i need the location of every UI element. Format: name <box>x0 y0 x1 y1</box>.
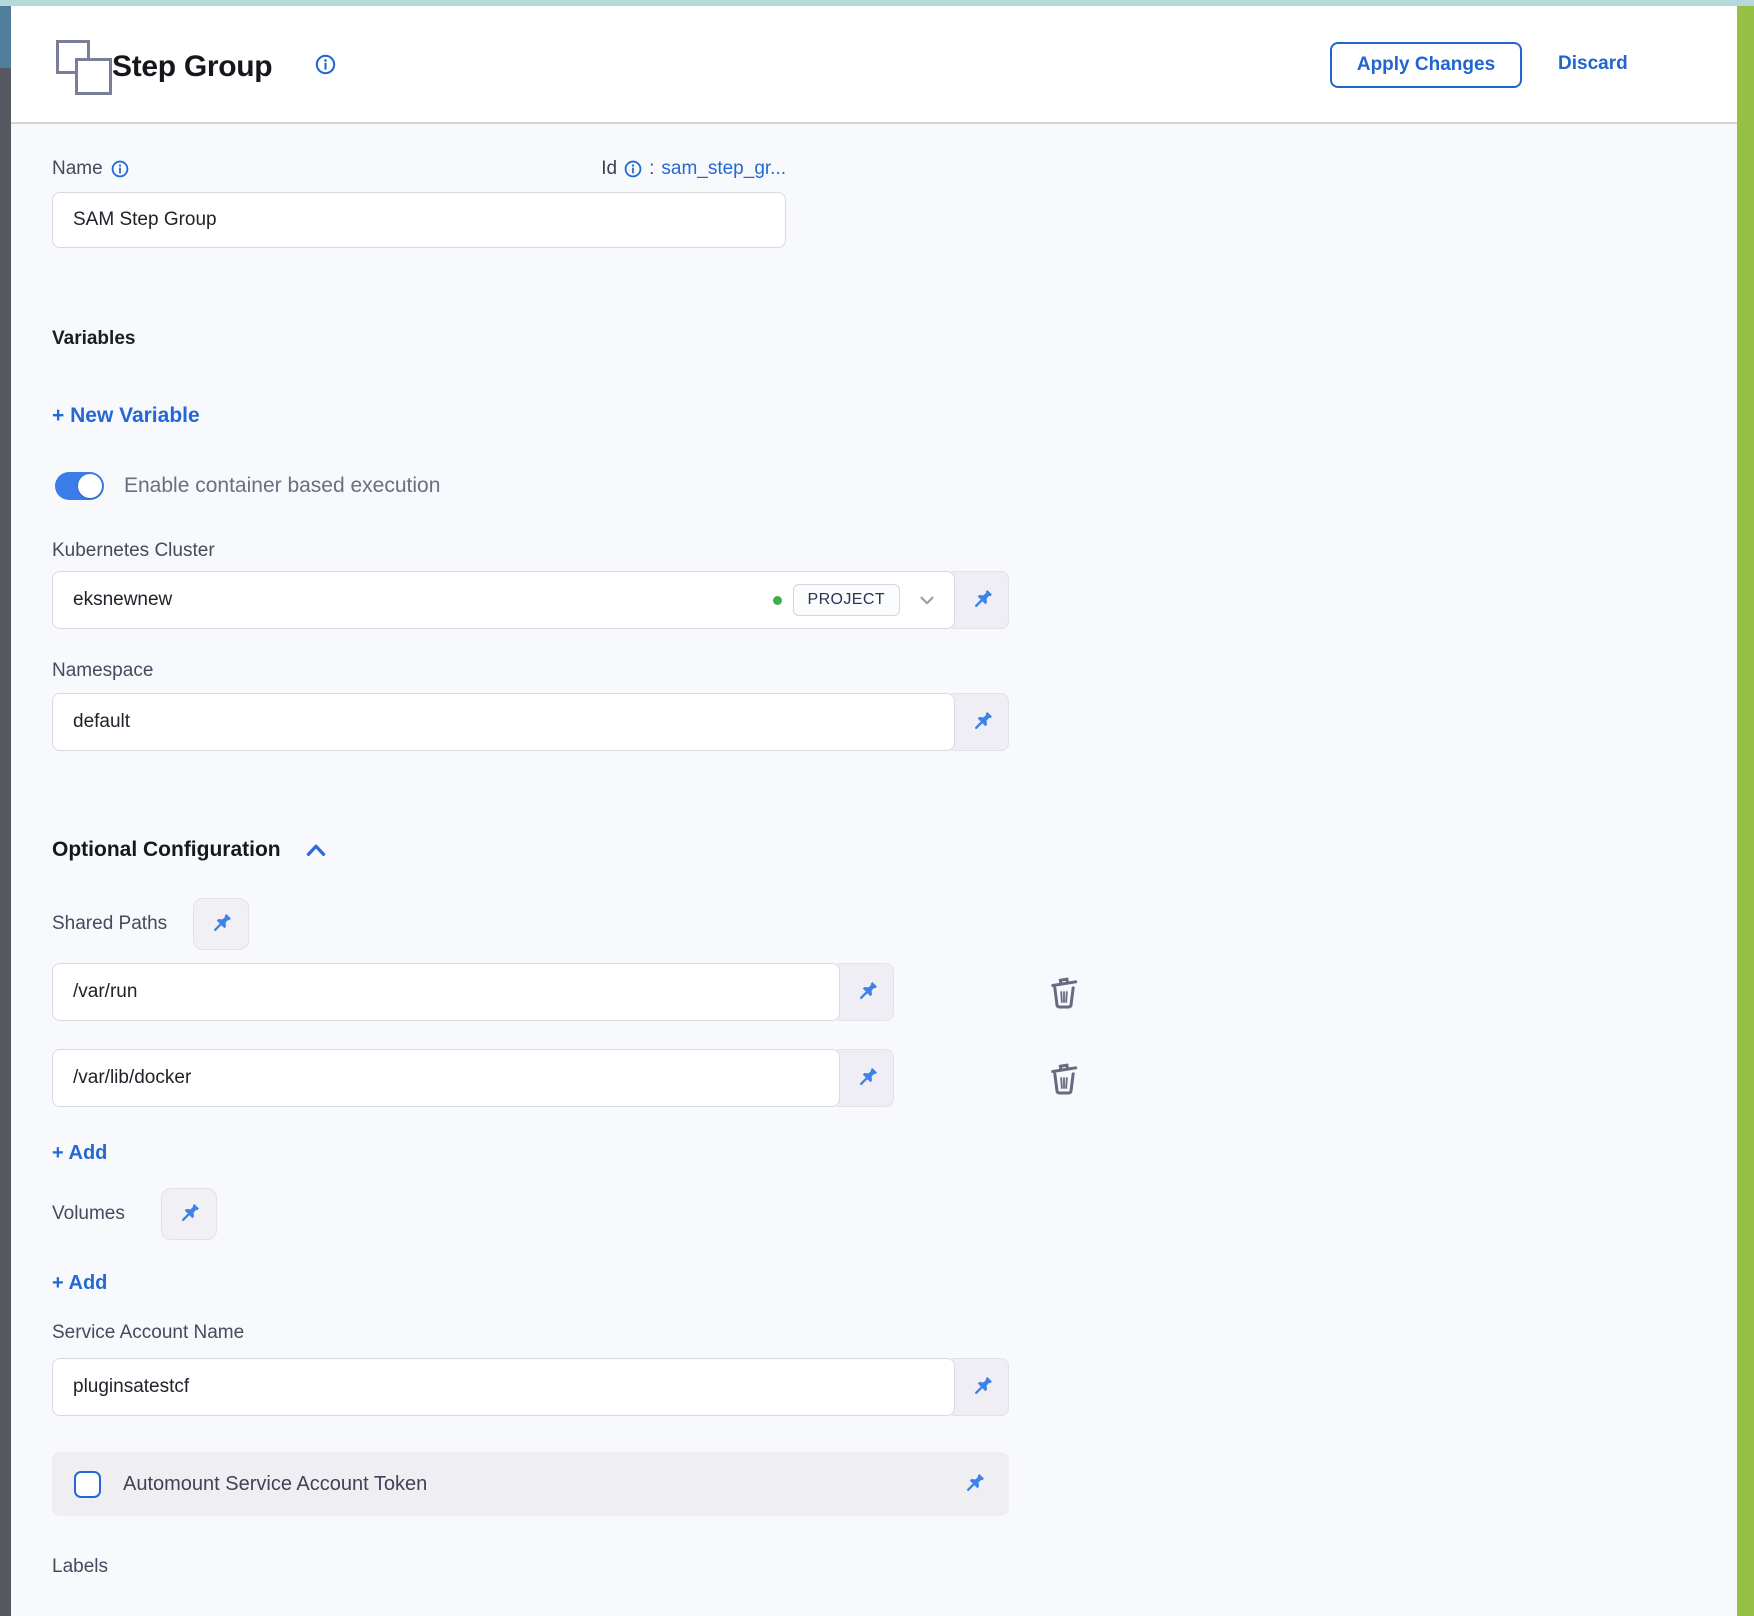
page-right-strip <box>1737 6 1754 1616</box>
scope-tag: PROJECT <box>793 584 900 616</box>
name-input[interactable] <box>52 192 786 248</box>
pin-icon <box>176 1201 202 1227</box>
page-left-strip <box>0 68 11 1616</box>
id-label: Id <box>601 158 617 180</box>
pin-icon <box>969 1374 995 1400</box>
namespace-label: Namespace <box>52 660 153 682</box>
shared-paths-label: Shared Paths <box>52 913 167 935</box>
add-shared-path-button[interactable]: + Add <box>52 1142 107 1165</box>
volumes-pin-button[interactable] <box>161 1188 217 1240</box>
optional-configuration-heading: Optional Configuration <box>52 838 281 862</box>
automount-pin-button[interactable] <box>961 1471 987 1497</box>
delete-shared-path-0-button[interactable] <box>1043 971 1085 1013</box>
name-label: Name <box>52 158 103 180</box>
pin-icon <box>854 979 880 1005</box>
id-group: Id : sam_step_gr... <box>601 158 786 180</box>
namespace-pin-button[interactable] <box>947 693 1009 751</box>
container-execution-row: Enable container based execution <box>55 472 440 500</box>
add-volume-button[interactable]: + Add <box>52 1272 107 1295</box>
shared-path-input-0[interactable] <box>73 981 823 1003</box>
kubernetes-cluster-input-wrap: PROJECT <box>52 571 955 629</box>
step-group-panel: Step Group Apply Changes Discard Name Id… <box>11 6 1737 1616</box>
panel-header: Step Group Apply Changes Discard <box>11 6 1737 124</box>
title-info-icon[interactable] <box>315 54 336 75</box>
shared-path-group <box>52 963 894 1021</box>
shared-path-input-1[interactable] <box>73 1067 823 1089</box>
pin-icon <box>969 587 995 613</box>
service-account-input[interactable] <box>73 1376 938 1398</box>
scope-status-dot <box>773 596 782 605</box>
pin-icon <box>969 709 995 735</box>
new-variable-button[interactable]: + New Variable <box>52 404 200 428</box>
apply-changes-button[interactable]: Apply Changes <box>1330 42 1522 88</box>
page-title: Step Group <box>112 50 272 84</box>
step-group-icon <box>56 40 120 98</box>
delete-shared-path-1-button[interactable] <box>1043 1057 1085 1099</box>
name-label-row: Name Id : sam_step_gr... <box>52 158 786 180</box>
optional-configuration-row: Optional Configuration <box>52 838 329 862</box>
chevron-up-icon[interactable] <box>303 839 329 861</box>
id-colon: : <box>649 158 654 180</box>
discard-button[interactable]: Discard <box>1558 53 1628 75</box>
labels-label: Labels <box>52 1556 108 1578</box>
shared-path-group <box>52 1049 894 1107</box>
kubernetes-cluster-input[interactable] <box>73 589 773 611</box>
automount-label: Automount Service Account Token <box>123 1473 961 1496</box>
shared-path-0-pin-button[interactable] <box>832 963 894 1021</box>
shared-paths-row: Shared Paths <box>52 898 249 950</box>
name-info-icon[interactable] <box>111 160 129 178</box>
kubernetes-cluster-group: PROJECT <box>52 571 1009 629</box>
pin-icon <box>854 1065 880 1091</box>
trash-icon <box>1044 972 1084 1012</box>
namespace-group <box>52 693 1009 751</box>
kubernetes-cluster-pin-button[interactable] <box>947 571 1009 629</box>
chevron-down-icon[interactable] <box>916 589 938 611</box>
shared-paths-pin-button[interactable] <box>193 898 249 950</box>
shared-path-1-pin-button[interactable] <box>832 1049 894 1107</box>
id-value[interactable]: sam_step_gr... <box>661 158 786 180</box>
automount-row: Automount Service Account Token <box>52 1452 1009 1516</box>
service-account-name-label: Service Account Name <box>52 1322 244 1344</box>
page-top-bar <box>0 0 1754 6</box>
container-execution-label: Enable container based execution <box>124 474 440 498</box>
pin-icon <box>961 1471 987 1497</box>
trash-icon <box>1044 1058 1084 1098</box>
pin-icon <box>208 911 234 937</box>
container-execution-toggle[interactable] <box>55 472 104 500</box>
id-info-icon[interactable] <box>624 160 642 178</box>
service-account-pin-button[interactable] <box>947 1358 1009 1416</box>
namespace-input[interactable] <box>73 711 938 733</box>
kubernetes-cluster-label: Kubernetes Cluster <box>52 540 215 562</box>
volumes-label: Volumes <box>52 1203 125 1225</box>
service-account-group <box>52 1358 1009 1416</box>
page-left-strip-top <box>0 6 11 68</box>
automount-checkbox[interactable] <box>74 1471 101 1498</box>
volumes-row: Volumes <box>52 1188 217 1240</box>
variables-heading: Variables <box>52 328 135 350</box>
